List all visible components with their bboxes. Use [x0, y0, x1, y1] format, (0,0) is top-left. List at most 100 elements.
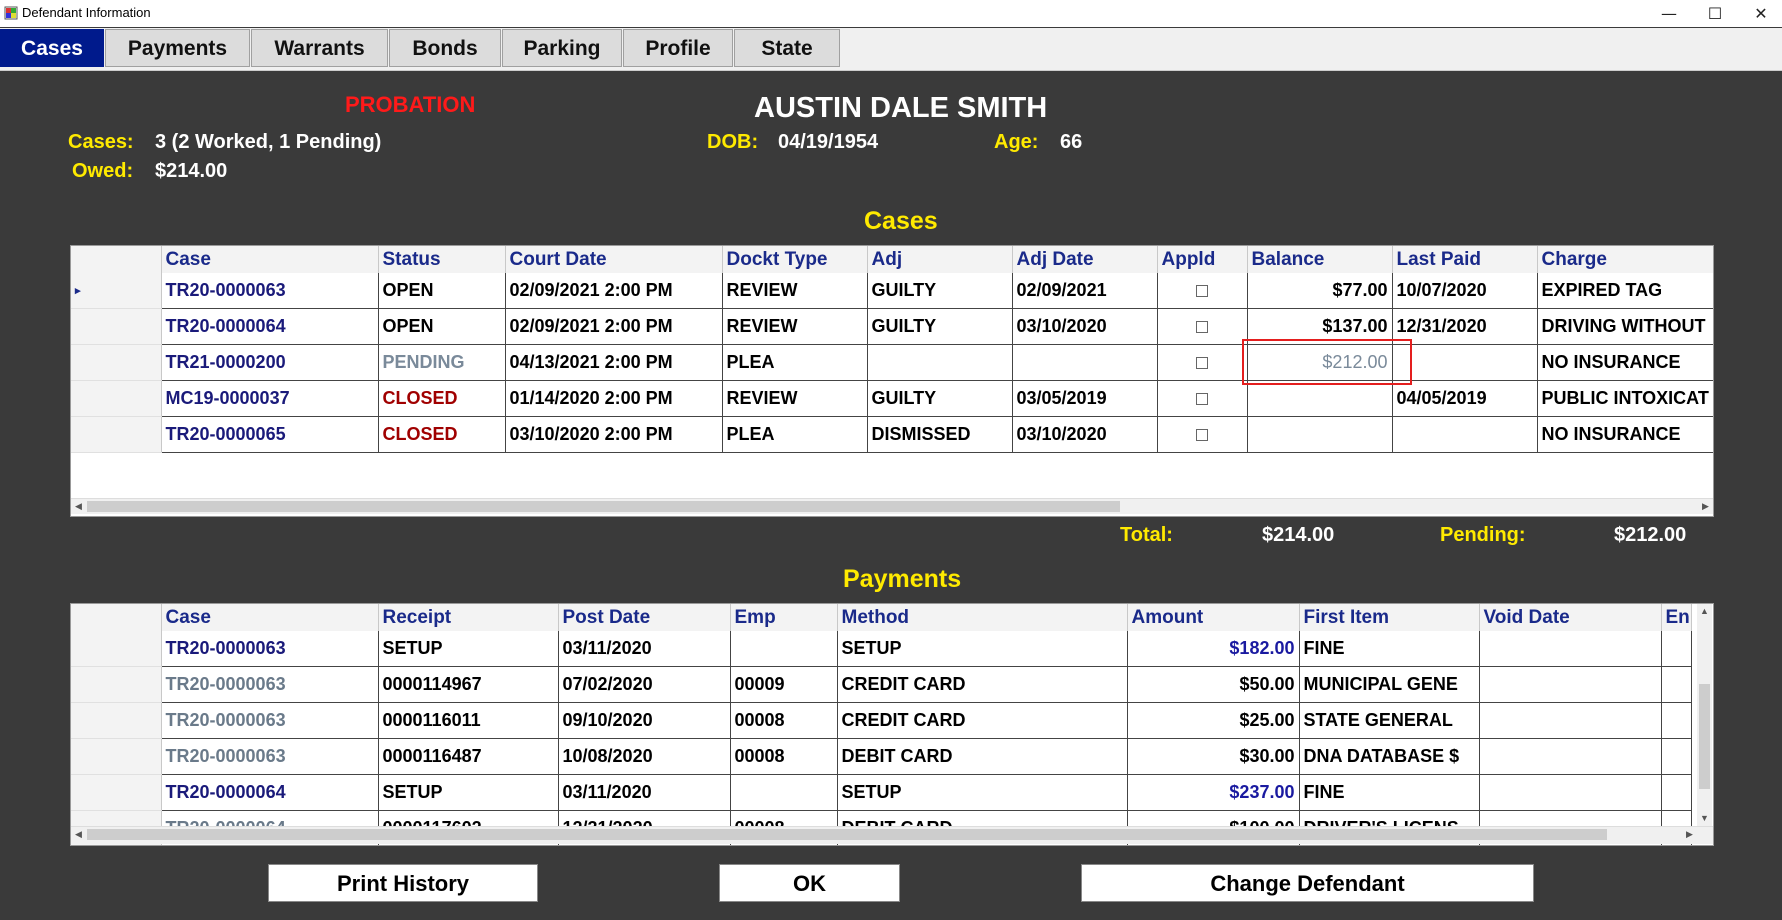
last-paid-cell[interactable]	[1392, 344, 1538, 381]
status-cell[interactable]: CLOSED	[378, 416, 506, 453]
emp-cell[interactable]	[730, 631, 838, 667]
first-item-cell[interactable]: DNA DATABASE $	[1299, 738, 1480, 775]
appld-checkbox[interactable]	[1196, 393, 1208, 406]
scroll-right-icon[interactable]: ▶	[1698, 499, 1713, 514]
last-paid-cell[interactable]: 12/31/2020	[1392, 308, 1538, 345]
charge-cell[interactable]: DRIVING WITHOUT	[1537, 308, 1713, 345]
receipt-cell[interactable]: SETUP	[378, 774, 559, 811]
tab-cases[interactable]: Cases	[0, 29, 104, 67]
appld-checkbox-cell[interactable]	[1157, 308, 1248, 345]
method-cell[interactable]: DEBIT CARD	[837, 738, 1128, 775]
receipt-cell[interactable]: 0000116011	[378, 702, 559, 739]
void-date-cell[interactable]	[1479, 631, 1662, 667]
case-cell[interactable]: TR20-0000063	[161, 738, 379, 775]
row-header[interactable]	[71, 774, 162, 811]
adj-date-cell[interactable]	[1012, 344, 1158, 381]
method-cell[interactable]: CREDIT CARD	[837, 702, 1128, 739]
post-date-cell[interactable]: 03/11/2020	[558, 774, 731, 811]
en-cell[interactable]	[1661, 774, 1692, 811]
amount-cell[interactable]: $50.00	[1127, 666, 1300, 703]
appld-checkbox[interactable]	[1196, 429, 1208, 442]
col-header-adj-date[interactable]: Adj Date	[1012, 246, 1158, 273]
void-date-cell[interactable]	[1479, 738, 1662, 775]
charge-cell[interactable]: NO INSURANCE	[1537, 416, 1713, 453]
emp-cell[interactable]: 00008	[730, 702, 838, 739]
col-header-en[interactable]: En	[1661, 604, 1692, 631]
last-paid-cell[interactable]: 04/05/2019	[1392, 380, 1538, 417]
dockt-type-cell[interactable]: REVIEW	[722, 308, 868, 345]
amount-cell[interactable]: $237.00	[1127, 774, 1300, 811]
last-paid-cell[interactable]	[1392, 416, 1538, 453]
table-row[interactable]: MC19-0000037 CLOSED 01/14/2020 2:00 PM R…	[71, 380, 1713, 417]
table-row[interactable]: TR20-0000063 0000116011 09/10/2020 00008…	[71, 702, 1692, 739]
status-cell[interactable]: CLOSED	[378, 380, 506, 417]
payments-vertical-scrollbar[interactable]: ▲ ▼	[1697, 604, 1712, 826]
first-item-cell[interactable]: FINE	[1299, 774, 1480, 811]
post-date-cell[interactable]: 09/10/2020	[558, 702, 731, 739]
table-row[interactable]: TR20-0000063 0000116487 10/08/2020 00008…	[71, 738, 1692, 775]
appld-checkbox-cell[interactable]	[1157, 416, 1248, 453]
method-cell[interactable]: SETUP	[837, 631, 1128, 667]
dockt-type-cell[interactable]: PLEA	[722, 416, 868, 453]
tab-parking[interactable]: Parking	[502, 29, 622, 67]
receipt-cell[interactable]: SETUP	[378, 631, 559, 667]
method-cell[interactable]: SETUP	[837, 774, 1128, 811]
scroll-thumb[interactable]	[1699, 684, 1710, 789]
case-cell[interactable]: MC19-0000037	[161, 380, 379, 417]
cases-horizontal-scrollbar[interactable]: ◀ ▶	[71, 498, 1713, 514]
court-date-cell[interactable]: 01/14/2020 2:00 PM	[505, 380, 723, 417]
scroll-right-icon[interactable]: ▶	[1682, 827, 1697, 842]
en-cell[interactable]	[1661, 702, 1692, 739]
void-date-cell[interactable]	[1479, 774, 1662, 811]
emp-cell[interactable]	[730, 774, 838, 811]
charge-cell[interactable]: NO INSURANCE	[1537, 344, 1713, 381]
court-date-cell[interactable]: 04/13/2021 2:00 PM	[505, 344, 723, 381]
row-header[interactable]	[71, 702, 162, 739]
col-header-emp[interactable]: Emp	[730, 604, 838, 631]
table-row[interactable]: TR20-0000065 CLOSED 03/10/2020 2:00 PM P…	[71, 416, 1713, 453]
amount-cell[interactable]: $182.00	[1127, 631, 1300, 667]
case-cell[interactable]: TR20-0000063	[161, 273, 379, 309]
scroll-down-icon[interactable]: ▼	[1697, 811, 1712, 826]
post-date-cell[interactable]: 07/02/2020	[558, 666, 731, 703]
receipt-cell[interactable]: 0000114967	[378, 666, 559, 703]
row-header[interactable]	[71, 666, 162, 703]
status-cell[interactable]: PENDING	[378, 344, 506, 381]
adj-cell[interactable]: GUILTY	[867, 308, 1013, 345]
case-cell[interactable]: TR20-0000064	[161, 774, 379, 811]
case-cell[interactable]: TR20-0000065	[161, 416, 379, 453]
court-date-cell[interactable]: 02/09/2021 2:00 PM	[505, 273, 723, 309]
print-history-button[interactable]: Print History	[268, 864, 538, 902]
court-date-cell[interactable]: 03/10/2020 2:00 PM	[505, 416, 723, 453]
case-cell[interactable]: TR20-0000063	[161, 631, 379, 667]
row-header[interactable]	[71, 308, 162, 345]
appld-checkbox-cell[interactable]	[1157, 273, 1248, 309]
charge-cell[interactable]: PUBLIC INTOXICAT	[1537, 380, 1713, 417]
en-cell[interactable]	[1661, 631, 1692, 667]
appld-checkbox-cell[interactable]	[1157, 344, 1248, 381]
appld-checkbox[interactable]	[1196, 321, 1208, 334]
col-header-receipt[interactable]: Receipt	[378, 604, 559, 631]
dockt-type-cell[interactable]: REVIEW	[722, 273, 868, 309]
col-header-first-item[interactable]: First Item	[1299, 604, 1480, 631]
maximize-button[interactable]: ☐	[1692, 0, 1738, 27]
adj-cell[interactable]: GUILTY	[867, 380, 1013, 417]
adj-date-cell[interactable]: 03/10/2020	[1012, 308, 1158, 345]
table-row[interactable]: TR20-0000064 SETUP 03/11/2020 SETUP $237…	[71, 774, 1692, 811]
adj-date-cell[interactable]: 03/05/2019	[1012, 380, 1158, 417]
table-row[interactable]: ▸ TR20-0000063 OPEN 02/09/2021 2:00 PM R…	[71, 273, 1713, 309]
row-header[interactable]	[71, 380, 162, 417]
tab-payments[interactable]: Payments	[105, 29, 250, 67]
first-item-cell[interactable]: STATE GENERAL	[1299, 702, 1480, 739]
charge-cell[interactable]: EXPIRED TAG	[1537, 273, 1713, 309]
case-cell[interactable]: TR20-0000063	[161, 702, 379, 739]
case-cell[interactable]: TR20-0000064	[161, 308, 379, 345]
appld-checkbox[interactable]	[1196, 285, 1208, 298]
payments-horizontal-scrollbar[interactable]: ◀ ▶	[71, 826, 1713, 844]
tab-state[interactable]: State	[734, 29, 840, 67]
adj-cell[interactable]: GUILTY	[867, 273, 1013, 309]
col-header-method[interactable]: Method	[837, 604, 1128, 631]
last-paid-cell[interactable]: 10/07/2020	[1392, 273, 1538, 309]
col-header-last-paid[interactable]: Last Paid	[1392, 246, 1538, 273]
status-cell[interactable]: OPEN	[378, 273, 506, 309]
